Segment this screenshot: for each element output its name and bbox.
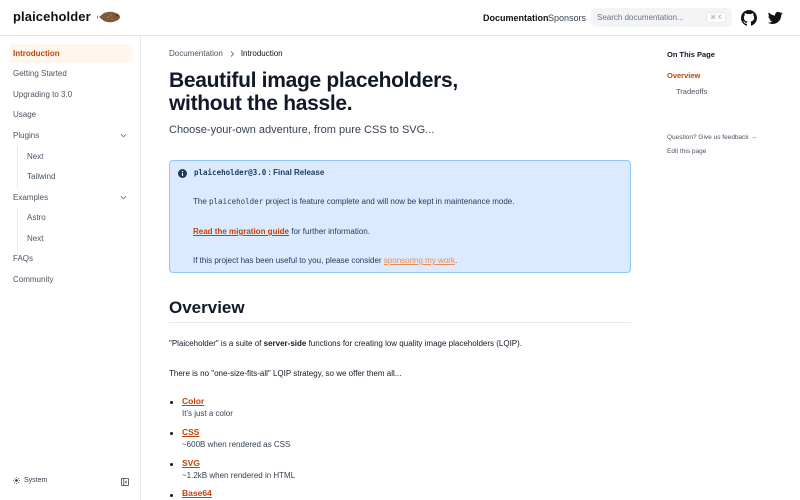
sidebar-item-plugins[interactable]: Plugins xyxy=(9,126,133,145)
paragraph-text: "Plaiceholder" is a suite of xyxy=(169,339,262,348)
sidebar-item-label: Astro xyxy=(27,213,46,222)
collapse-sidebar-icon[interactable] xyxy=(121,478,129,486)
list-item-css-desc: ~600B when rendered as CSS xyxy=(182,440,291,449)
overview-heading: Overview xyxy=(169,298,245,317)
search-input[interactable]: Search documentation... ⌘ K xyxy=(591,8,732,27)
toc-title: On This Page xyxy=(667,50,715,59)
list-bullet xyxy=(170,494,173,497)
list-bullet xyxy=(170,401,173,404)
callout-title-code: plaiceholder@3.0 xyxy=(194,168,267,177)
inline-code: plaiceholder xyxy=(209,197,264,206)
top-header: plaiceholder Documentation Sponsors Sear… xyxy=(0,0,800,36)
paragraph-bold: server-side xyxy=(263,339,307,348)
list-bullet xyxy=(170,463,173,466)
sidebar-group-line xyxy=(17,208,18,250)
sidebar-item-community[interactable]: Community xyxy=(9,270,133,289)
list-item-color-desc: It's just a color xyxy=(182,409,233,418)
info-icon xyxy=(178,169,187,178)
overview-paragraph-1: "Plaiceholder" is a suite of server-side… xyxy=(169,339,522,348)
sidebar-item-label: Community xyxy=(13,275,54,284)
toc-item-tradeoffs[interactable]: Tradeoffs xyxy=(676,87,707,96)
sidebar-item-examples[interactable]: Examples xyxy=(9,188,133,207)
logo[interactable]: plaiceholder xyxy=(13,9,123,24)
sponsoring-link[interactable]: sponsoring my work xyxy=(384,256,455,265)
list-bullet xyxy=(170,432,173,435)
migration-guide-link[interactable]: Read the migration guide xyxy=(193,227,289,236)
list-item-color-link[interactable]: Color xyxy=(182,396,204,406)
search-shortcut: ⌘ K xyxy=(706,12,726,23)
callout-text: . xyxy=(454,256,458,265)
sidebar-item-label: Tailwind xyxy=(27,172,56,181)
github-icon[interactable] xyxy=(741,10,757,26)
list-item-svg-link[interactable]: SVG xyxy=(182,458,200,468)
sidebar-item-tailwind[interactable]: Tailwind xyxy=(27,167,55,186)
sidebar-item-label: Upgrading to 3.0 xyxy=(13,90,73,99)
page-title: Beautiful image placeholders, without th… xyxy=(169,69,509,115)
heading-divider xyxy=(169,322,631,323)
sidebar: Introduction Getting Started Upgrading t… xyxy=(0,36,141,500)
sidebar-item-getting-started[interactable]: Getting Started xyxy=(9,64,133,83)
sidebar-item-examples-next[interactable]: Next xyxy=(27,229,43,248)
nav-sponsors[interactable]: Sponsors xyxy=(548,13,586,23)
sun-icon xyxy=(13,477,20,484)
sidebar-item-label: Getting Started xyxy=(13,69,67,78)
search-placeholder: Search documentation... xyxy=(597,13,684,22)
theme-switcher[interactable]: System xyxy=(13,477,47,484)
paragraph-text: functions for creating low quality image… xyxy=(308,339,523,348)
callout-text: If this project has been useful to you, … xyxy=(193,256,382,265)
page-title-line1: Beautiful image placeholders, xyxy=(169,69,458,92)
logo-text: plaiceholder xyxy=(13,9,91,24)
twitter-icon[interactable] xyxy=(768,11,783,25)
info-callout: plaiceholder@3.0 : Final Release The pla… xyxy=(169,160,631,273)
callout-paragraph-1: The plaiceholder project is feature comp… xyxy=(193,197,514,206)
sidebar-item-astro[interactable]: Astro xyxy=(27,208,46,227)
page-title-line2: without the hassle. xyxy=(169,92,353,115)
toc-item-overview[interactable]: Overview xyxy=(667,71,700,80)
sidebar-item-usage[interactable]: Usage xyxy=(9,105,133,124)
sidebar-item-label: Plugins xyxy=(13,131,40,140)
plaice-fish-icon xyxy=(96,11,120,22)
list-item-base64-link[interactable]: Base64 xyxy=(182,488,212,498)
sidebar-group-line xyxy=(17,146,18,188)
sidebar-item-label: Examples xyxy=(13,193,49,202)
callout-text: The xyxy=(193,197,207,206)
page-lead: Choose-your-own adventure, from pure CSS… xyxy=(169,124,435,136)
callout-paragraph-2: Read the migration guide for further inf… xyxy=(193,227,370,236)
breadcrumb-current: Introduction xyxy=(240,49,283,58)
sidebar-item-plugins-next[interactable]: Next xyxy=(27,147,43,166)
list-item-css-link[interactable]: CSS xyxy=(182,427,199,437)
feedback-link[interactable]: Question? Give us feedback → xyxy=(667,134,757,141)
overview-paragraph-2: There is no "one-size-fits-all" LQIP str… xyxy=(169,369,402,378)
sidebar-item-label: FAQs xyxy=(13,254,34,263)
sidebar-item-label: Next xyxy=(27,152,44,161)
chevron-down-icon xyxy=(120,133,127,138)
sidebar-item-faqs[interactable]: FAQs xyxy=(9,249,133,268)
sidebar-item-upgrading[interactable]: Upgrading to 3.0 xyxy=(9,85,133,104)
list-item-svg-desc: ~1.2kB when rendered in HTML xyxy=(182,471,296,480)
sidebar-item-label: Usage xyxy=(13,110,37,119)
callout-title-text: : Final Release xyxy=(268,168,325,177)
nav-documentation[interactable]: Documentation xyxy=(483,13,549,23)
breadcrumb-parent[interactable]: Documentation xyxy=(169,49,223,58)
theme-label: System xyxy=(24,477,48,484)
chevron-down-icon xyxy=(120,195,127,200)
callout-title: plaiceholder@3.0 : Final Release xyxy=(194,168,324,177)
callout-text: project is feature complete and will now… xyxy=(265,197,515,206)
sidebar-item-label: Introduction xyxy=(13,49,60,58)
breadcrumb: Documentation Introduction xyxy=(169,49,283,58)
sidebar-item-introduction[interactable]: Introduction xyxy=(9,44,133,63)
sidebar-item-label: Next xyxy=(27,234,44,243)
chevron-right-icon xyxy=(230,50,234,57)
callout-text: for further information. xyxy=(291,227,370,236)
callout-paragraph-3: If this project has been useful to you, … xyxy=(193,256,457,265)
edit-page-link[interactable]: Edit this page xyxy=(667,148,706,155)
